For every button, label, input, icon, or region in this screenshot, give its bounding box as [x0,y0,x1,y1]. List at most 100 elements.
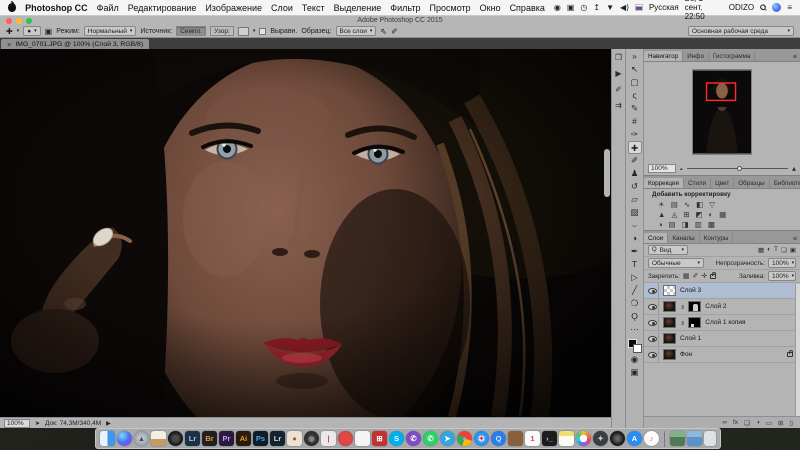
lock-option-icon[interactable]: ✛ [701,272,707,280]
panel-tab[interactable]: Каналы [668,233,700,243]
siri-app-icon[interactable] [117,431,132,446]
zoom-out-icon[interactable]: ▴ [680,166,683,172]
pattern-caret[interactable]: ▾ [253,28,256,34]
layer-row[interactable]: Слой 3 [644,283,800,299]
new-adjustment-button[interactable]: ◑ [756,419,760,426]
eyedropper-tool[interactable]: ✑ [628,128,642,141]
layer-visibility-toggle[interactable] [647,331,659,346]
brush-panel-icon[interactable]: ✐ [615,86,622,94]
layer-filter-icon[interactable]: ▦ [758,246,764,254]
lock-option-icon[interactable]: ▦ [683,272,690,280]
itunes-icon[interactable]: ♪ [644,431,659,446]
navigator-thumbnail[interactable] [692,69,752,155]
adjustment-icon[interactable]: ∿ [684,200,690,209]
menu-item[interactable]: Слои [271,3,293,13]
layer-thumbnail[interactable] [663,349,676,360]
menu-item[interactable]: Окно [480,3,501,13]
adjustment-icon[interactable]: ◩ [696,210,703,219]
properties-panel-icon[interactable]: ❐ [615,54,622,62]
tool-options-dots[interactable]: ⋯ [628,323,642,336]
layer-mask-thumbnail[interactable] [688,317,702,328]
blend-mode-select[interactable]: Нормальный ▾ [83,26,137,36]
lightroom-icon[interactable]: Lr [185,431,200,446]
brush-preset-picker[interactable]: ● ▾ [23,26,41,36]
photoshop-icon[interactable]: Ps [253,431,268,446]
adjustment-icon[interactable]: ▥ [695,220,702,229]
user-menu[interactable]: ODIZO [729,3,754,12]
wifi-icon[interactable]: ▼ [606,3,614,12]
layer-filter-icon[interactable]: ◐ [767,246,771,254]
source-pattern-button[interactable]: Узор: [210,26,234,36]
pen-tool[interactable]: ✒ [628,245,642,258]
layer-blend-mode-select[interactable]: Обычные ▾ [648,258,704,268]
layer-row[interactable]: ∞ Слой 2 [644,299,800,315]
shape-tool[interactable]: ╱ [628,284,642,297]
trash-icon[interactable] [704,431,716,446]
plant-app-icon[interactable]: ● [287,431,302,446]
volume-icon[interactable]: ◀⟩ [620,3,629,12]
opacity-field[interactable]: 100% ▾ [768,258,796,268]
status-zoom-field[interactable]: 100% [4,418,30,428]
zoom-tool[interactable]: Ǫ [628,310,642,323]
type-tool[interactable]: T [628,258,642,271]
collapse-tools-button[interactable]: » [628,50,642,63]
chrome-icon[interactable]: ● [457,431,472,446]
pen-pressure-button[interactable]: ✐ [391,27,398,36]
navigator-zoom-field[interactable]: 100% [648,164,676,173]
panel-tab[interactable]: Стили [684,178,712,188]
status-menu-arrow[interactable]: ▶ [106,420,111,427]
sync-icon[interactable]: ↥ [593,3,600,12]
sample-select[interactable]: Все слои ▾ [335,26,377,36]
panel-tab[interactable]: Гистограмма [709,51,756,61]
clone-source-panel-icon[interactable]: ⇉ [615,102,622,110]
viber-icon[interactable]: ✆ [406,431,421,446]
healing-brush-tool[interactable]: ✚ [627,141,642,154]
panel-tab[interactable]: Навигатор [644,51,684,61]
adjustment-icon[interactable]: ▲ [658,210,665,219]
zoom-in-icon[interactable]: ▴ [792,164,796,173]
layer-thumbnail[interactable] [663,317,676,328]
panel-tab[interactable]: Цвет [711,178,735,188]
russian-flag-icon[interactable] [635,4,643,11]
layer-visibility-toggle[interactable] [647,283,659,298]
zoom-slider-knob[interactable] [737,166,743,171]
panel-menu-icon[interactable]: ≡ [793,54,800,61]
menu-item[interactable]: Текст [302,3,325,13]
grid-app-icon[interactable]: ⊞ [372,431,387,446]
crop-tool[interactable]: # [628,115,642,128]
history-brush-tool[interactable]: ↺ [628,180,642,193]
adjustment-icon[interactable]: ▽ [709,200,715,209]
layer-row[interactable]: Фон [644,347,800,363]
tool-preset-caret[interactable]: ▾ [17,28,20,34]
layer-filter-icon[interactable]: T [774,246,778,254]
shutter-counter-icon[interactable] [338,431,353,446]
siri-icon[interactable] [772,3,782,12]
lock-all-icon[interactable] [710,271,717,279]
panel-tab[interactable]: Инфо [683,51,709,61]
whatsapp-icon[interactable]: ✆ [423,431,438,446]
layer-visibility-toggle[interactable] [647,315,659,330]
source-sampled-button[interactable]: Семпл. [176,26,207,36]
color-swatches[interactable] [627,339,642,353]
terminal-icon[interactable]: ›_ [542,431,557,446]
adjustment-icon[interactable]: ▤ [671,200,678,209]
menu-item[interactable]: Справка [510,3,545,13]
knob-app-icon[interactable] [610,431,625,446]
safari-icon[interactable]: ✦ [474,431,489,446]
layer-mask-thumbnail[interactable] [688,301,702,312]
speaker-app-icon[interactable]: ◉ [304,431,319,446]
menu-clock[interactable]: Вс, 1 сент. 22:50 [685,0,723,21]
spotlight-search-icon[interactable]: Ǫ [758,2,769,13]
adjustment-icon[interactable]: ⊞ [683,210,689,219]
calendar-icon[interactable]: 1 [525,431,540,446]
layers-scrollbar[interactable] [795,284,800,416]
layer-visibility-toggle[interactable] [647,347,659,362]
panel-tab[interactable]: Слои [644,233,669,243]
input-language[interactable]: Русская [649,3,679,12]
document-tab[interactable]: × IMG_0701.JPG @ 100% (Слой 3, RGB/8) [1,39,150,49]
link-layers-button[interactable]: ∞ [722,419,727,426]
menu-item[interactable]: Файл [97,3,119,13]
photos-icon[interactable] [576,431,591,446]
marquee-tool[interactable]: ▢ [628,76,642,89]
fill-field[interactable]: 100% ▾ [768,271,796,281]
